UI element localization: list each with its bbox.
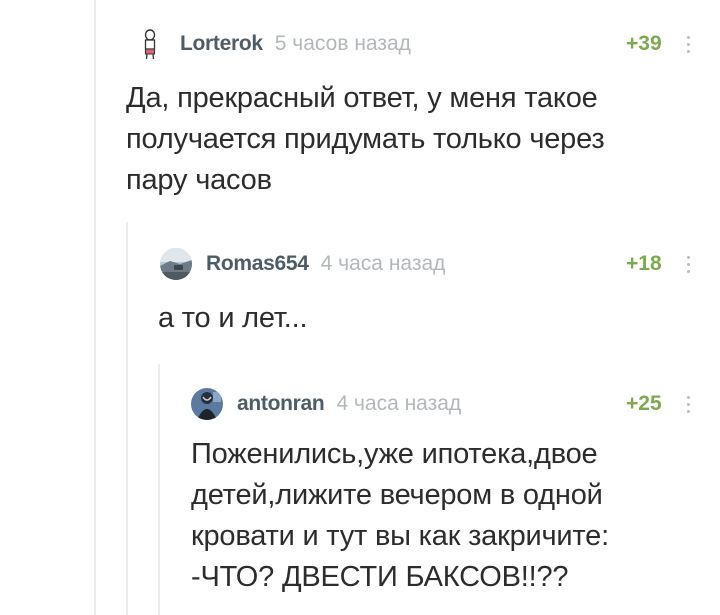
username[interactable]: Romas654 bbox=[206, 252, 309, 276]
timestamp[interactable]: 4 часа назад bbox=[321, 252, 446, 276]
comment-text: Поженились,уже ипотека,двое детей,лижите… bbox=[191, 438, 609, 593]
dark-photo-avatar-icon[interactable] bbox=[191, 388, 223, 420]
timestamp[interactable]: 4 часа назад bbox=[336, 392, 461, 416]
comment-header: Romas654 4 часа назад bbox=[160, 248, 445, 280]
timestamp[interactable]: 5 часов назад bbox=[275, 32, 411, 56]
rating: +25 bbox=[626, 392, 662, 415]
more-options-icon[interactable] bbox=[682, 250, 694, 278]
rating: +18 bbox=[626, 252, 662, 275]
comment-text: Да, прекрасный ответ, у меня такое получ… bbox=[126, 82, 605, 196]
rating: +39 bbox=[626, 32, 662, 55]
landscape-photo-avatar-icon[interactable] bbox=[160, 248, 192, 280]
comment-antonran: antonran 4 часа назад +25 Поженились,уже… bbox=[191, 388, 705, 608]
username[interactable]: antonran bbox=[237, 392, 325, 416]
more-options-icon[interactable] bbox=[682, 390, 694, 418]
comment-header: Lorterok 5 часов назад bbox=[134, 28, 411, 60]
username[interactable]: Lorterok bbox=[180, 32, 263, 56]
thread-line-level-0 bbox=[94, 0, 96, 615]
stick-figure-avatar-icon[interactable] bbox=[134, 28, 166, 60]
thread-line-level-1 bbox=[126, 222, 128, 615]
comment-romas654: Romas654 4 часа назад +18 а то и лет... bbox=[158, 248, 705, 348]
comment-header: antonran 4 часа назад bbox=[191, 388, 461, 420]
more-options-icon[interactable] bbox=[682, 30, 694, 58]
thread-line-level-2 bbox=[158, 364, 160, 615]
comment-text: а то и лет... bbox=[158, 302, 308, 334]
comment-lorterok: Lorterok 5 часов назад +39 Да, прекрасны… bbox=[126, 28, 704, 198]
